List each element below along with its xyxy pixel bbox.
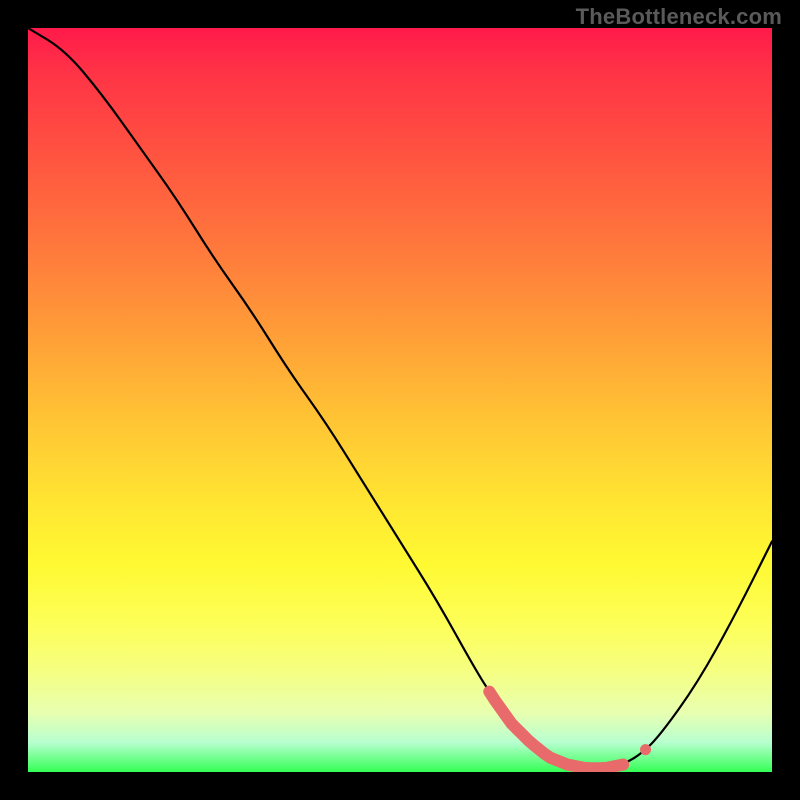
chart-svg [28,28,772,772]
watermark-text: TheBottleneck.com [576,4,782,30]
plot-area [28,28,772,772]
bottleneck-curve [28,28,772,768]
chart-frame: TheBottleneck.com [0,0,800,800]
optimal-range-marker [489,692,623,769]
optimal-range-dot [640,744,651,755]
